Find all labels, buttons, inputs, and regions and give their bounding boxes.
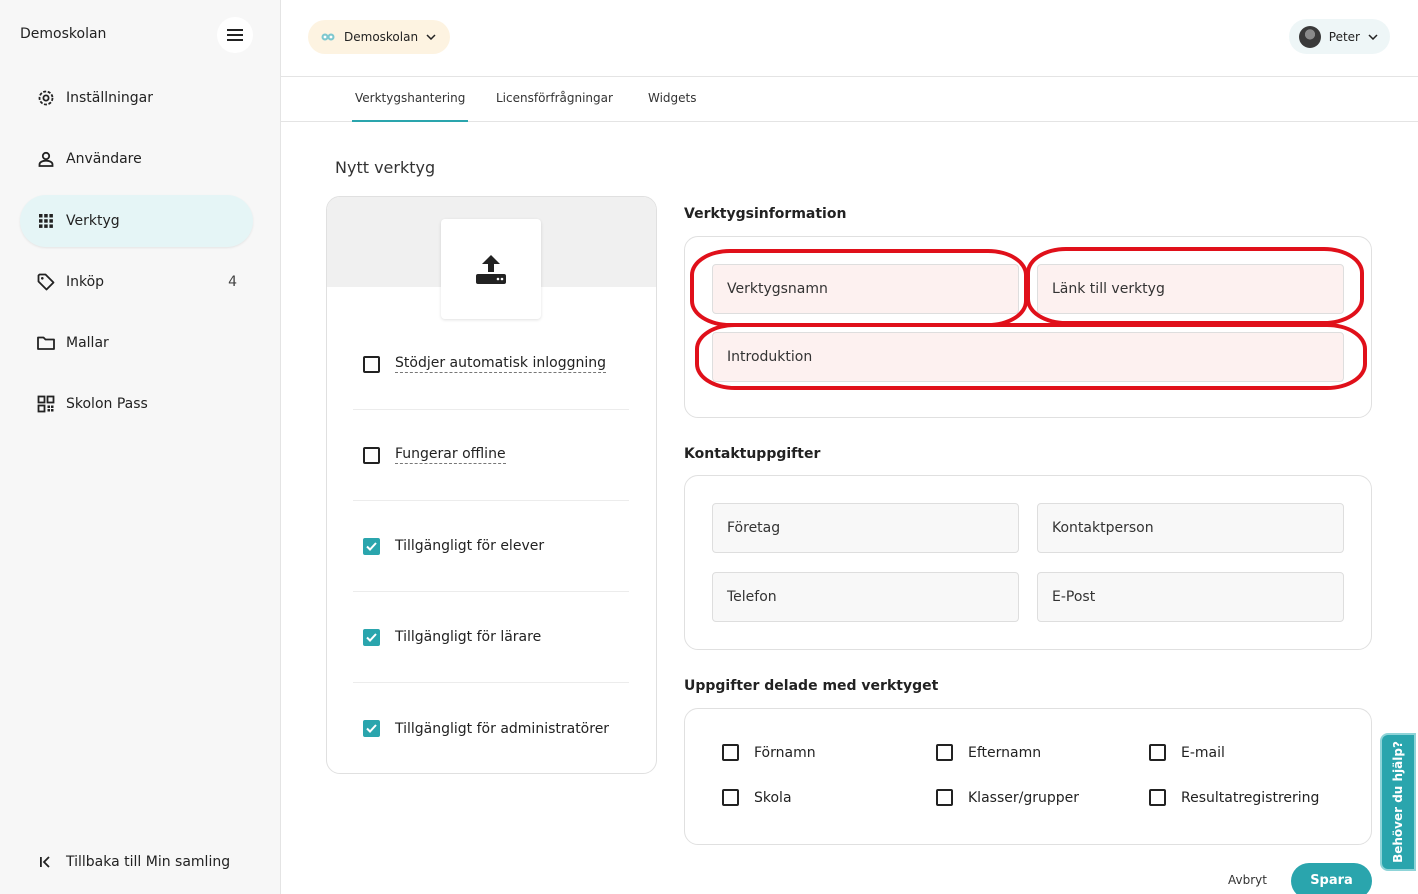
hamburger-icon [227, 29, 243, 41]
tool-info-title: Verktygsinformation [684, 206, 847, 222]
offline-checkbox[interactable] [363, 446, 380, 464]
share-classes: Klasser/grupper [936, 789, 1079, 806]
school-checkbox[interactable] [722, 789, 739, 806]
lastname-checkbox[interactable] [936, 744, 953, 761]
cancel-button[interactable]: Avbryt [1228, 873, 1267, 887]
tab-widgets[interactable]: Widgets [648, 91, 697, 122]
share-lastname: Efternamn [936, 744, 1041, 761]
sidebar-item-verktyg[interactable]: Verktyg [20, 195, 253, 247]
back-label: Tillbaka till Min samling [66, 854, 231, 870]
upload-icon [476, 255, 506, 284]
help-label: Behöver du hjälp? [1391, 741, 1406, 863]
check-icon [366, 541, 377, 551]
admins-checkbox[interactable] [363, 720, 380, 737]
share-school: Skola [722, 789, 792, 806]
tab-licensforfragningar[interactable]: Licensförfrågningar [496, 91, 613, 122]
sidebar-item-anvandare[interactable]: Användare [20, 133, 253, 185]
sidebar-item-label: Mallar [66, 335, 109, 351]
tool-name-input[interactable]: Verktygsnamn [712, 264, 1019, 314]
sidebar-item-label: Verktyg [66, 213, 120, 229]
option-offline: Fungerar offline [353, 410, 629, 501]
school-name: Demoskolan [344, 30, 419, 44]
share-label: Efternamn [968, 744, 1042, 761]
user-name: Peter [1328, 29, 1360, 44]
page-title: Nytt verktyg [335, 158, 436, 177]
email-input[interactable]: E-Post [1037, 572, 1344, 622]
phone-input[interactable]: Telefon [712, 572, 1019, 622]
introduction-input[interactable]: Introduktion [712, 332, 1344, 382]
tool-info-panel: Verktygsnamn Länk till verktyg Introdukt… [684, 236, 1372, 418]
email-checkbox[interactable] [1149, 744, 1166, 761]
results-checkbox[interactable] [1149, 789, 1166, 806]
chevron-down-icon [426, 34, 436, 40]
option-label: Tillgängligt för administratörer [395, 720, 610, 737]
sidebar-item-label: Användare [66, 151, 142, 167]
classes-checkbox[interactable] [936, 789, 953, 806]
option-teachers: Tillgängligt för lärare [353, 592, 629, 683]
gear-icon [36, 88, 56, 108]
auto-login-checkbox[interactable] [363, 355, 380, 373]
user-menu[interactable]: Peter [1288, 19, 1390, 54]
tab-verktygshantering[interactable]: Verktygshantering [352, 91, 469, 122]
qr-icon [36, 394, 56, 414]
sidebar-item-label: Inköp [66, 274, 105, 290]
check-icon [366, 724, 377, 733]
menu-button[interactable] [217, 17, 253, 53]
upload-image-button[interactable] [441, 219, 541, 319]
students-checkbox[interactable] [363, 537, 380, 555]
share-email: E-mail [1149, 744, 1225, 761]
share-label: Klasser/grupper [968, 789, 1079, 806]
contact-title: Kontaktuppgifter [684, 446, 821, 462]
collapse-left-icon [36, 852, 56, 872]
tool-link-input[interactable]: Länk till verktyg [1037, 264, 1344, 314]
tag-icon [36, 272, 56, 292]
school-selector[interactable]: Demoskolan [308, 20, 451, 54]
company-input[interactable]: Företag [712, 503, 1019, 553]
share-label: Resultatregistrering [1181, 789, 1320, 806]
avatar [1298, 25, 1321, 48]
share-label: Skola [754, 789, 792, 806]
option-label: Tillgängligt för lärare [395, 629, 542, 645]
chevron-down-icon [1368, 33, 1378, 40]
sidebar-item-label: Skolon Pass [66, 396, 148, 412]
sidebar: Demoskolan Inställningar Användare Verkt… [0, 0, 281, 894]
option-auto-login: Stödjer automatisk inloggning [353, 319, 629, 410]
check-icon [366, 632, 377, 642]
shared-data-title: Uppgifter delade med verktyget [684, 678, 939, 694]
option-admins: Tillgängligt för administratörer [353, 683, 629, 773]
teachers-checkbox[interactable] [363, 628, 380, 646]
back-to-collection-link[interactable]: Tillbaka till Min samling [36, 852, 230, 872]
save-button[interactable]: Spara [1291, 863, 1372, 894]
sidebar-item-installningar[interactable]: Inställningar [20, 72, 253, 124]
option-label: Stödjer automatisk inloggning [395, 355, 607, 373]
sidebar-brand: Demoskolan [20, 26, 107, 42]
sidebar-item-skolon-pass[interactable]: Skolon Pass [20, 378, 253, 430]
share-results: Resultatregistrering [1149, 789, 1319, 806]
folder-icon [36, 333, 56, 353]
contact-person-input[interactable]: Kontaktperson [1037, 503, 1344, 553]
sidebar-item-mallar[interactable]: Mallar [20, 317, 253, 369]
purchase-count-badge: 4 [228, 274, 237, 290]
option-label: Fungerar offline [395, 446, 506, 464]
firstname-checkbox[interactable] [722, 744, 739, 761]
sidebar-item-inkop[interactable]: Inköp 4 [20, 256, 253, 308]
share-firstname: Förnamn [722, 744, 816, 761]
contact-panel: Företag Kontaktperson Telefon E-Post [684, 475, 1372, 650]
sidebar-item-label: Inställningar [66, 90, 154, 106]
share-label: Förnamn [754, 744, 816, 761]
tab-bar: Verktygshantering Licensförfrågningar Wi… [281, 77, 1418, 122]
option-label: Tillgängligt för elever [395, 538, 545, 554]
top-bar: Demoskolan Peter [281, 0, 1418, 77]
option-students: Tillgängligt för elever [353, 501, 629, 592]
person-icon [36, 149, 56, 169]
help-button[interactable]: Behöver du hjälp? [1380, 733, 1416, 871]
tool-image-card: Stödjer automatisk inloggning Fungerar o… [326, 196, 657, 774]
school-logo-icon [321, 33, 335, 41]
share-label: E-mail [1181, 744, 1225, 761]
grid-icon [36, 211, 56, 231]
shared-data-panel: Förnamn Efternamn E-mail Skola Klasser/g… [684, 708, 1372, 845]
